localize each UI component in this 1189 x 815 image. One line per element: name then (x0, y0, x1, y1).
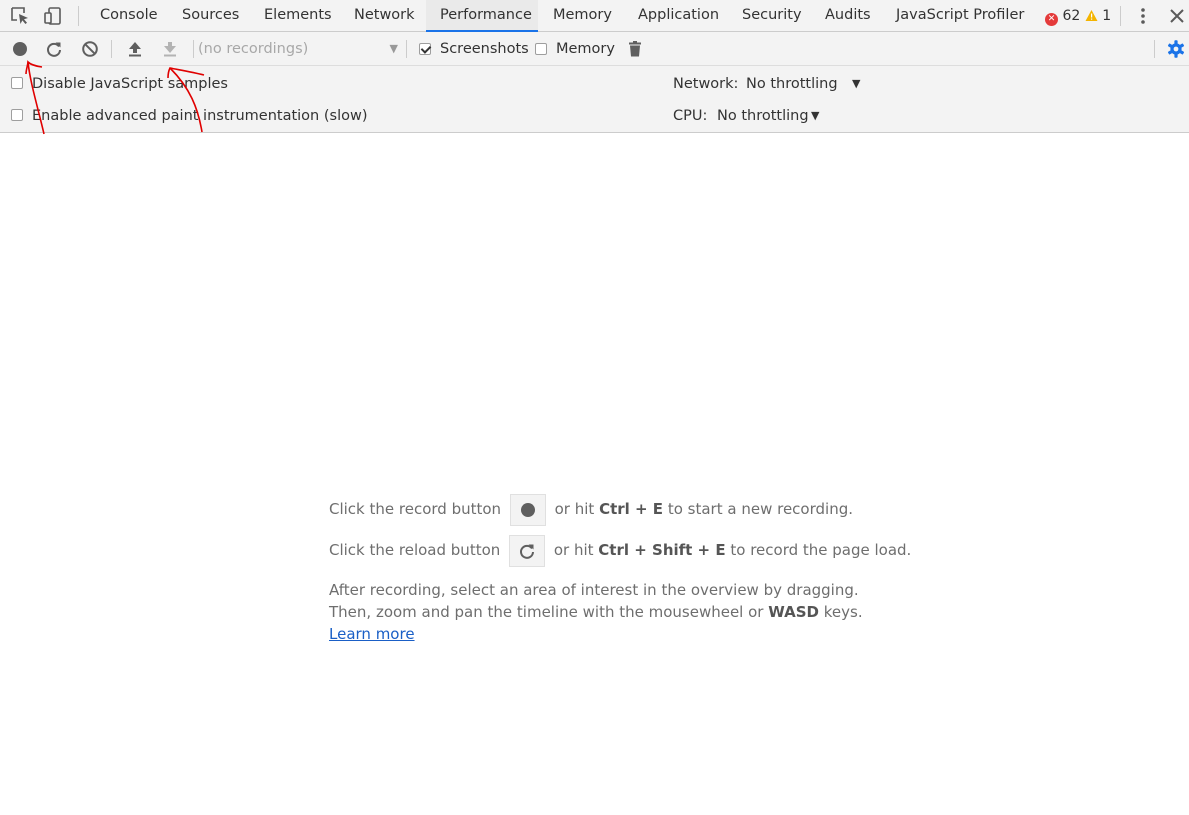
record-button-inline[interactable] (509, 493, 546, 526)
reload-instructions-suffix: to record the page load. (730, 541, 912, 559)
toolbar-divider (406, 40, 407, 58)
record-shortcut: Ctrl + E (599, 500, 664, 518)
upload-icon (129, 42, 141, 57)
tab-network[interactable]: Network (340, 0, 429, 31)
chevron-down-icon: ▼ (389, 42, 398, 55)
cpu-throttling-select[interactable]: No throttling (717, 107, 809, 125)
close-icon[interactable] (1167, 6, 1187, 26)
after-recording-line-2-prefix: Then, zoom and pan the timeline with the… (329, 603, 764, 621)
gear-icon (1167, 40, 1185, 58)
network-throttling-label: Network: (673, 76, 739, 92)
error-icon: ✕ (1045, 13, 1058, 26)
tab-javascript-profiler[interactable]: JavaScript Profiler (882, 0, 1038, 31)
disable-js-samples-checkbox[interactable] (11, 77, 23, 89)
warning-icon (1085, 10, 1098, 21)
toolbar-divider (78, 6, 79, 26)
tab-performance[interactable]: Performance (426, 0, 538, 32)
record-icon (13, 42, 27, 56)
toolbar-divider (1154, 40, 1155, 58)
reload-instructions: Click the reload button or hit Ctrl + Sh… (329, 534, 912, 567)
performance-toolbar: (no recordings) ▼ Screenshots Memory (0, 32, 1189, 66)
collect-garbage-button[interactable] (625, 39, 645, 59)
toolbar-divider (111, 40, 112, 58)
reload-icon (47, 42, 61, 57)
recordings-select-value: (no recordings) (198, 41, 309, 57)
chevron-down-icon[interactable]: ▼ (852, 77, 860, 90)
block-icon (82, 41, 98, 57)
learn-more-link[interactable]: Learn more (329, 625, 415, 643)
chevron-down-icon[interactable]: ▼ (811, 109, 819, 122)
after-recording-line-2-suffix: keys. (823, 603, 863, 621)
enable-paint-label[interactable]: Enable advanced paint instrumentation (s… (32, 107, 367, 125)
tab-security[interactable]: Security (728, 0, 816, 31)
load-profile-button[interactable] (125, 39, 145, 59)
record-instructions-prefix: Click the record button (329, 500, 502, 518)
enable-paint-checkbox[interactable] (11, 109, 23, 121)
reload-instructions-prefix: Click the reload button (329, 541, 501, 559)
kebab-menu-icon[interactable] (1133, 6, 1153, 26)
record-instructions: Click the record button or hit Ctrl + E … (329, 493, 853, 526)
wasd-keys: WASD (768, 603, 819, 621)
tab-audits[interactable]: Audits (811, 0, 885, 31)
device-toolbar-icon[interactable] (43, 6, 63, 26)
tab-elements[interactable]: Elements (250, 0, 346, 31)
network-throttling-select[interactable]: No throttling (746, 75, 838, 93)
memory-label[interactable]: Memory (556, 40, 615, 58)
tab-console[interactable]: Console (86, 0, 172, 31)
after-recording-line-1: After recording, select an area of inter… (329, 581, 859, 599)
after-recording-line-2: Then, zoom and pan the timeline with the… (329, 602, 863, 622)
tab-sources[interactable]: Sources (168, 0, 253, 31)
error-warning-counter[interactable]: ✕ 62 1 (1045, 7, 1111, 26)
recordings-select[interactable]: (no recordings) ▼ (198, 40, 400, 58)
capture-settings-button[interactable] (1166, 39, 1186, 59)
screenshots-checkbox[interactable] (419, 43, 431, 55)
record-button[interactable] (10, 39, 30, 59)
record-instructions-suffix: to start a new recording. (667, 500, 853, 518)
record-icon (520, 502, 535, 517)
reload-instructions-mid: or hit (553, 541, 594, 559)
learn-more-row: Learn more (329, 624, 415, 644)
reload-button-inline[interactable] (509, 534, 546, 567)
record-instructions-mid: or hit (554, 500, 595, 518)
reload-shortcut: Ctrl + Shift + E (598, 541, 726, 559)
disable-js-samples-label[interactable]: Disable JavaScript samples (32, 75, 228, 93)
save-profile-button[interactable] (160, 39, 180, 59)
warning-count: 1 (1102, 8, 1112, 24)
toolbar-divider (1120, 6, 1121, 26)
reload-icon (520, 544, 535, 559)
clear-button[interactable] (80, 39, 100, 59)
capture-settings-pane: Disable JavaScript samples Enable advanc… (0, 66, 1189, 133)
download-icon (164, 42, 176, 57)
devtools-tab-bar: Console Sources Elements Network Perform… (0, 0, 1189, 32)
inspect-element-icon[interactable] (10, 6, 30, 26)
reload-record-button[interactable] (44, 39, 64, 59)
tab-application[interactable]: Application (624, 0, 733, 31)
tab-memory[interactable]: Memory (539, 0, 626, 31)
error-count: 62 (1062, 8, 1081, 24)
screenshots-label[interactable]: Screenshots (440, 40, 529, 58)
memory-checkbox[interactable] (535, 43, 547, 55)
toolbar-divider (193, 40, 194, 58)
trash-icon (629, 41, 641, 57)
cpu-throttling-label: CPU: (673, 108, 708, 124)
